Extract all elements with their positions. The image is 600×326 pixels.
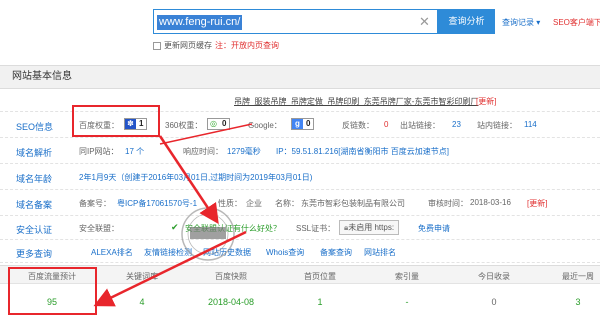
outlinks-label: 出站链接： [400, 121, 440, 130]
security-row: 安全认证 安全联盟： ✔ 安全联盟认证有什么好处？ SSL证书： 🔒︎未启用 h… [0, 215, 600, 239]
seo-client-download-link[interactable]: SEO客户端下载 [553, 17, 600, 28]
https-status-badge: 🔒︎未启用 https: [339, 220, 400, 235]
refresh-cache-option: 更新网页缓存 注：开放内页查询 [153, 40, 279, 51]
icp-date-value: 2018-03-16 [470, 198, 511, 207]
more-link-alexa[interactable]: ALEXA排名 [91, 247, 133, 258]
ssl-label: SSL证书： [296, 224, 336, 233]
icp-number-label: 备案号： [79, 199, 111, 208]
icp-row: 域名备案 备案号： 粤ICP备17061570号-1 性质： 企业 名称： 东莞… [0, 189, 600, 215]
icp-date-label: 审核时间： [428, 199, 468, 208]
url-search-input[interactable]: www.feng-rui.cn/ ✕ [153, 9, 438, 34]
backlinks-value[interactable]: 0 [384, 120, 388, 129]
stats-header: 今日收录 [478, 272, 510, 281]
dns-row: 域名解析 同IP网站： 17 个 响应时间： 1279毫秒 IP：59.51.8… [0, 137, 600, 163]
refresh-cache-checkbox[interactable] [153, 41, 161, 50]
inlinks-label: 站内链接： [477, 121, 517, 130]
annotation-box-baidu-weight [72, 105, 160, 137]
more-query-row: 更多查询 ALEXA排名 友情链接检测 网站历史数据 Whois查询 备案查询 … [0, 239, 600, 263]
site-title: 吊牌_服装吊牌_吊牌定做_吊牌印刷_东莞吊牌厂家-东莞市智彩印刷厂 [234, 97, 479, 106]
stamp-watermark [178, 205, 238, 263]
icp-company-name: 东莞市智彩包装制品有限公司 [301, 199, 405, 208]
more-link-whois[interactable]: Whois查询 [266, 247, 304, 258]
outlinks-value[interactable]: 23 [452, 120, 461, 129]
site-title-update-link[interactable]: [更新] [476, 96, 496, 107]
ip-address[interactable]: IP：59.51.81.216[湖南省衡阳市 百度云加速节点] [276, 146, 449, 157]
annotation-box-traffic [8, 267, 97, 315]
search-input-value: www.feng-rui.cn/ [157, 15, 243, 30]
search-header: www.feng-rui.cn/ ✕ 查询分析 查询记录 ▾ SEO客户端下载 … [0, 0, 600, 62]
section-title: 网站基本信息 [0, 65, 600, 89]
backlinks-label: 反链数： [342, 121, 374, 130]
same-ip-value[interactable]: 17 个 [125, 146, 144, 157]
stats-value-snapshot[interactable]: 2018-04-08 [208, 297, 254, 307]
stats-header: 百度快照 [215, 272, 247, 281]
360-weight-badge[interactable]: ◎ 0 [207, 118, 231, 130]
360-weight-label: 360权重： [165, 121, 203, 130]
stats-value-today[interactable]: 0 [491, 297, 496, 307]
dns-label: 域名解析 [16, 148, 53, 158]
response-time-label: 响应时间： [183, 147, 223, 156]
icp-name-label: 名称： [275, 199, 299, 208]
close-icon[interactable]: ✕ [417, 14, 432, 29]
analyze-button[interactable]: 查询分析 [438, 9, 495, 34]
more-link-icp[interactable]: 备案查询 [320, 247, 352, 258]
inlinks-value[interactable]: 114 [524, 120, 537, 129]
response-time-value: 1279毫秒 [227, 147, 261, 156]
more-link-rank[interactable]: 网站排名 [364, 247, 396, 258]
stats-header: 最近一周 [562, 272, 594, 281]
same-ip-label: 同IP网站： [79, 147, 119, 156]
stats-header: 首页位置 [304, 272, 336, 281]
icp-label: 域名备案 [16, 200, 53, 210]
google-logo-icon: g [292, 119, 303, 129]
icp-update-link[interactable]: [更新] [527, 198, 547, 209]
stats-header: 索引量 [395, 272, 419, 281]
more-query-label: 更多查询 [16, 249, 53, 259]
stats-header: 关键词库 [126, 272, 158, 281]
stats-value-index[interactable]: - [406, 297, 409, 307]
google-label: Google： [248, 121, 282, 130]
domain-age-row: 域名年龄 2年1月9天（创建于2016年03月01日,过期时间为2019年03月… [0, 163, 600, 189]
security-label: 安全认证 [16, 225, 53, 235]
stats-value-homepage-pos[interactable]: 1 [317, 297, 322, 307]
domain-age-label: 域名年龄 [16, 174, 53, 184]
google-pr-badge[interactable]: g0 [291, 118, 315, 130]
360-logo-icon: ◎ [208, 119, 219, 129]
stats-value-keywords[interactable]: 4 [139, 297, 144, 307]
domain-age-value: 2年1月9天（创建于2016年03月01日,过期时间为2019年03月01日) [79, 173, 313, 182]
free-ssl-link[interactable]: 免费申请 [418, 223, 450, 234]
history-dropdown[interactable]: 查询记录 ▾ [502, 17, 540, 28]
seo-info-label: SEO信息 [16, 122, 54, 132]
icp-nature-value: 企业 [246, 199, 262, 208]
stats-value-week[interactable]: 3 [575, 297, 580, 307]
refresh-cache-note: 注：开放内页查询 [215, 41, 279, 50]
security-alliance-label: 安全联盟： [79, 224, 119, 233]
refresh-cache-label: 更新网页缓存 [164, 41, 212, 50]
